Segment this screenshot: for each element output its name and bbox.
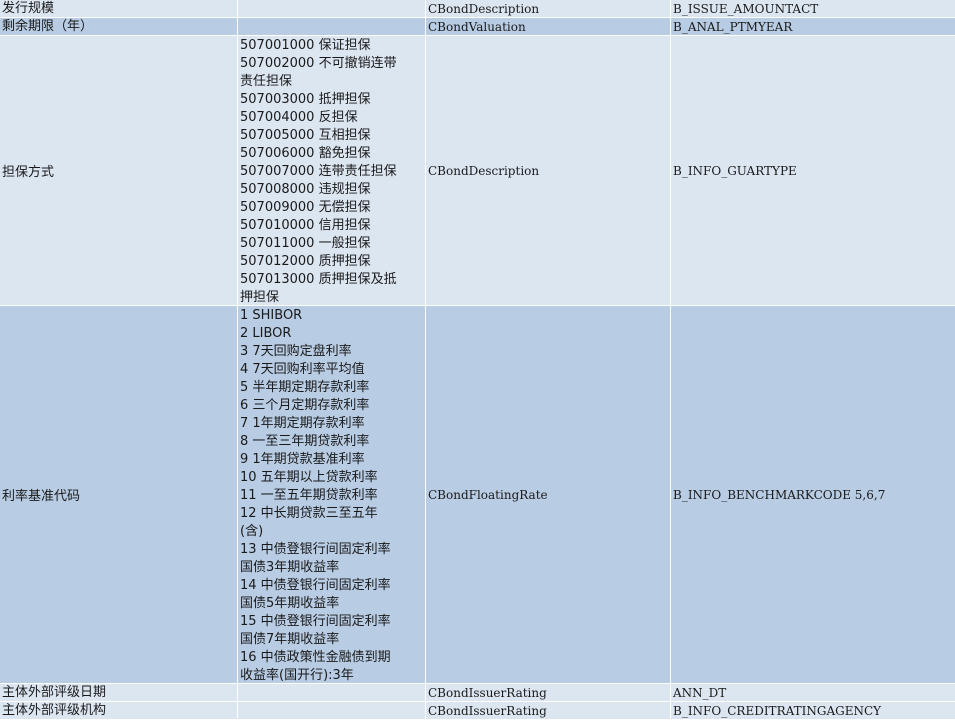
column-name: ANN_DT [673,685,727,700]
source-table-cell[interactable]: CBondDescription [426,0,671,18]
value-line: 国债7年期收益率 [240,632,340,647]
value-line: 2 LIBOR [240,326,292,341]
source-table: CBondDescription [428,1,540,16]
source-table-cell[interactable]: CBondValuation [426,18,671,36]
field-name-cell[interactable]: 剩余期限（年） [0,18,238,36]
value-line: 押担保 [240,290,280,305]
source-table: CBondDescription [428,163,540,178]
source-table: CBondIssuerRating [428,703,547,718]
values-cell[interactable] [238,18,426,36]
column-name: B_INFO_BENCHMARKCODE 5,6,7 [673,487,886,502]
table-row[interactable]: 主体外部评级机构 CBondIssuerRating B_INFO_CREDIT… [0,702,955,720]
values-cell[interactable] [238,0,426,18]
value-line: 16 中债政策性金融债到期 [240,650,391,665]
field-name-cell[interactable]: 主体外部评级机构 [0,702,238,720]
field-name-cell[interactable]: 担保方式 [0,36,238,306]
column-name: B_ISSUE_AMOUNTACT [673,1,819,16]
values-cell[interactable]: 1 SHIBOR 2 LIBOR 3 7天回购定盘利率 4 7天回购利率平均值 … [238,306,426,684]
value-line: 507010000 信用担保 [240,218,371,233]
value-line: 14 中债登银行间固定利率 [240,578,391,593]
value-line: 6 三个月定期存款利率 [240,398,370,413]
value-line: 5 半年期定期存款利率 [240,380,370,395]
column-name: B_INFO_GUARTYPE [673,163,797,178]
table-row[interactable]: 发行规模 CBondDescription B_ISSUE_AMOUNTACT [0,0,955,18]
values-cell[interactable] [238,684,426,702]
value-line: 11 一至五年期贷款利率 [240,488,378,503]
value-line: 9 1年期贷款基准利率 [240,452,365,467]
column-name: B_ANAL_PTMYEAR [673,19,793,34]
value-line: 507005000 互相担保 [240,128,371,143]
value-line: 507013000 质押担保及抵 [240,272,397,287]
value-line: (含) [240,524,264,539]
field-name: 利率基准代码 [2,489,81,504]
value-line: 507009000 无偿担保 [240,200,371,215]
field-name-cell[interactable]: 主体外部评级日期 [0,684,238,702]
value-line: 10 五年期以上贷款利率 [240,470,378,485]
table-row[interactable]: 利率基准代码 1 SHIBOR 2 LIBOR 3 7天回购定盘利率 4 7天回… [0,306,955,684]
value-line: 507007000 连带责任担保 [240,164,397,179]
value-line: 责任担保 [240,74,293,89]
source-table: CBondIssuerRating [428,685,547,700]
column-name-cell[interactable]: B_INFO_GUARTYPE [671,36,955,306]
source-table-cell[interactable]: CBondIssuerRating [426,702,671,720]
source-table-cell[interactable]: CBondIssuerRating [426,684,671,702]
value-line: 13 中债登银行间固定利率 [240,542,391,557]
table-row[interactable]: 担保方式 507001000 保证担保 507002000 不可撤销连带 责任担… [0,36,955,306]
value-line: 507004000 反担保 [240,110,358,125]
value-line: 507012000 质押担保 [240,254,371,269]
source-table: CBondFloatingRate [428,487,548,502]
value-line: 507003000 抵押担保 [240,92,371,107]
value-line: 国债3年期收益率 [240,560,340,575]
field-name: 担保方式 [2,165,55,180]
field-name: 主体外部评级机构 [2,702,107,718]
field-name-cell[interactable]: 利率基准代码 [0,306,238,684]
value-line: 7 1年期定期存款利率 [240,416,365,431]
value-line: 507011000 一般担保 [240,236,371,251]
value-line: 国债5年期收益率 [240,596,340,611]
column-name-cell[interactable]: B_ANAL_PTMYEAR [671,18,955,36]
value-line: 1 SHIBOR [240,308,303,323]
field-name: 剩余期限（年） [2,18,94,34]
column-name-cell[interactable]: B_INFO_BENCHMARKCODE 5,6,7 [671,306,955,684]
field-name: 主体外部评级日期 [2,684,107,700]
column-name: B_INFO_CREDITRATINGAGENCY [673,703,882,718]
value-line: 507006000 豁免担保 [240,146,371,161]
value-line: 12 中长期贷款三至五年 [240,506,378,521]
value-line: 3 7天回购定盘利率 [240,344,352,359]
values-cell[interactable] [238,702,426,720]
value-line: 4 7天回购利率平均值 [240,362,365,377]
source-table: CBondValuation [428,19,526,34]
value-line: 507002000 不可撤销连带 [240,56,397,71]
value-line: 收益率(国开行):3年 [240,668,354,683]
spreadsheet: 发行规模 CBondDescription B_ISSUE_AMOUNTACT … [0,0,955,720]
table-row[interactable]: 主体外部评级日期 CBondIssuerRating ANN_DT [0,684,955,702]
field-name: 发行规模 [2,0,55,16]
values-cell[interactable]: 507001000 保证担保 507002000 不可撤销连带 责任担保 507… [238,36,426,306]
column-name-cell[interactable]: B_ISSUE_AMOUNTACT [671,0,955,18]
field-name-cell[interactable]: 发行规模 [0,0,238,18]
column-name-cell[interactable]: ANN_DT [671,684,955,702]
value-line: 8 一至三年期贷款利率 [240,434,370,449]
value-line: 507008000 违规担保 [240,182,371,197]
table-row[interactable]: 剩余期限（年） CBondValuation B_ANAL_PTMYEAR [0,18,955,36]
value-line: 15 中债登银行间固定利率 [240,614,391,629]
value-line: 507001000 保证担保 [240,38,371,53]
source-table-cell[interactable]: CBondFloatingRate [426,306,671,684]
source-table-cell[interactable]: CBondDescription [426,36,671,306]
column-name-cell[interactable]: B_INFO_CREDITRATINGAGENCY [671,702,955,720]
